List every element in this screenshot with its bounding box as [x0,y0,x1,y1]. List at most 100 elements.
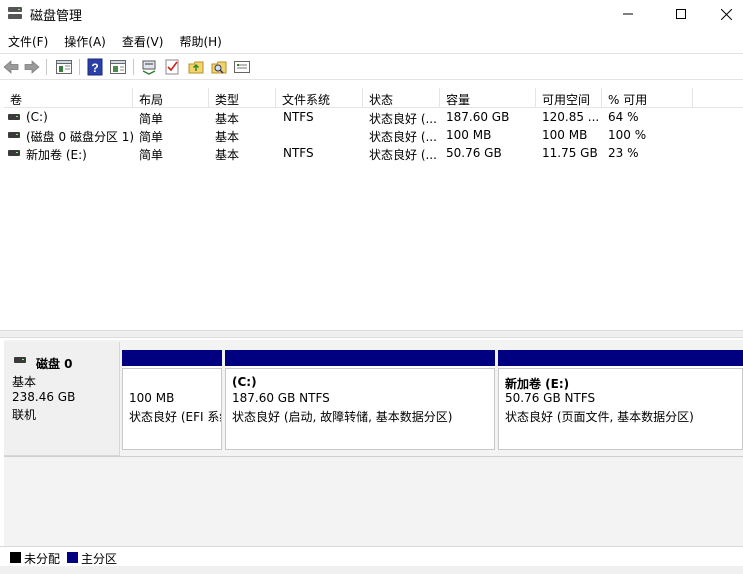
column-header-layout[interactable]: 布局 [133,88,209,108]
check-icon[interactable] [163,58,181,76]
title-bar: 磁盘管理 [0,0,743,28]
toolbar-separator [79,59,80,75]
column-header-status[interactable]: 状态 [363,88,440,108]
cell-volume: (C:) [26,110,48,124]
folder-up-icon[interactable] [187,58,205,76]
maximize-icon [676,9,686,19]
cell-filesystem [283,126,363,144]
menu-action[interactable]: 操作(A) [56,30,114,52]
partition-size: 187.60 GB NTFS [232,391,330,405]
cell-type: 基本 [215,112,240,126]
table-row[interactable]: (C:) 简单 基本 NTFS 状态良好 (... 187.60 GB 120.… [4,108,743,126]
cell-status: 状态良好 (... [369,148,437,162]
menu-help[interactable]: 帮助(H) [171,30,229,52]
cell-percent-free: 64 % [608,110,639,124]
partition-status: 状态良好 (页面文件, 基本数据分区) [505,410,694,424]
partition-body: (C:) 187.60 GB NTFS 状态良好 (启动, 故障转储, 基本数据… [225,368,495,450]
partition-size: 100 MB [129,391,175,405]
column-header-filesystem[interactable]: 文件系统 [276,88,363,108]
partition-status: 状态良好 (EFI 系统分区) [129,410,221,424]
partition-bar [498,350,743,366]
cell-free-space: 11.75 GB [542,146,598,160]
partition-size: 50.76 GB NTFS [505,391,596,405]
cell-capacity: 187.60 GB [446,110,510,124]
cell-layout: 简单 [139,112,164,126]
column-header-free-space[interactable]: 可用空间 [536,88,602,108]
cell-capacity: 100 MB [446,128,492,142]
toolbar: ? [0,53,743,80]
partition-e[interactable]: 新加卷 (E:) 50.76 GB NTFS 状态良好 (页面文件, 基本数据分… [498,350,743,450]
column-header-type[interactable]: 类型 [209,88,276,108]
disk-map-pane: 磁盘 0 基本 238.46 GB 联机 100 MB 状态良好 (EFI 系统… [4,340,743,546]
status-bar [0,566,743,574]
legend-swatch-unallocated [10,552,21,563]
window-title: 磁盘管理 [30,9,83,24]
forward-arrow-icon[interactable] [23,58,41,76]
partition-c[interactable]: (C:) 187.60 GB NTFS 状态良好 (启动, 故障转储, 基本数据… [225,350,495,450]
cell-status: 状态良好 (... [369,112,437,126]
partition-body: 新加卷 (E:) 50.76 GB NTFS 状态良好 (页面文件, 基本数据分… [498,368,743,450]
svg-text:?: ? [91,61,98,75]
console-tree-icon[interactable] [55,58,73,76]
back-arrow-icon[interactable] [2,58,20,76]
options-icon[interactable] [233,58,251,76]
column-header-volume[interactable]: 卷 [4,88,133,108]
cell-filesystem: NTFS [283,146,314,160]
cell-volume: (磁盘 0 磁盘分区 1) [26,130,133,144]
legend-label-unallocated: 未分配 [24,552,61,566]
cell-status: 状态良好 (... [369,130,437,144]
partition-title: (C:) [232,375,257,389]
menu-bar: 文件(F) 操作(A) 查看(V) 帮助(H) [0,30,743,52]
menu-view[interactable]: 查看(V) [114,30,172,52]
search-icon[interactable] [210,58,228,76]
cell-volume: 新加卷 (E:) [26,148,87,162]
disk-0-label[interactable]: 磁盘 0 基本 238.46 GB 联机 [4,342,120,456]
toolbar-separator [46,59,47,75]
pane-splitter[interactable] [0,330,743,338]
table-row[interactable]: (磁盘 0 磁盘分区 1) 简单 基本 状态良好 (... 100 MB 100… [4,126,743,144]
partition-bar [122,350,222,366]
legend-label-primary: 主分区 [81,552,118,566]
partition-bar [225,350,495,366]
drive-icon [8,150,20,156]
cell-layout: 简单 [139,148,164,162]
cell-percent-free: 100 % [608,128,647,142]
partition-body: 100 MB 状态良好 (EFI 系统分区) [122,368,222,450]
disk-icon [14,357,26,363]
minimize-button[interactable] [605,0,651,28]
disk-name: 磁盘 0 [36,357,73,371]
column-header-percent-free[interactable]: % 可用 [602,88,693,108]
properties-icon[interactable] [109,58,127,76]
disk-row-divider [4,456,743,457]
cell-free-space: 120.85 ... [542,110,600,124]
maximize-button[interactable] [658,0,704,28]
cell-layout: 简单 [139,130,164,144]
volume-list-header: 卷 布局 类型 文件系统 状态 容量 可用空间 % 可用 [4,88,743,108]
help-icon[interactable]: ? [86,58,104,76]
drive-icon [8,132,20,138]
disk-type: 基本 [12,375,37,389]
cell-filesystem: NTFS [283,110,314,124]
partition-status: 状态良好 (启动, 故障转储, 基本数据分区) [232,410,453,424]
disk-size: 238.46 GB [12,390,76,404]
cell-type: 基本 [215,148,240,162]
connect-icon[interactable] [140,58,158,76]
table-row[interactable]: 新加卷 (E:) 简单 基本 NTFS 状态良好 (... 50.76 GB 1… [4,144,743,162]
column-header-capacity[interactable]: 容量 [440,88,536,108]
partition-title: 新加卷 (E:) [505,377,570,391]
legend-swatch-primary [67,552,78,563]
toolbar-separator [133,59,134,75]
close-icon [720,8,732,20]
drive-icon [8,114,20,120]
cell-type: 基本 [215,130,240,144]
close-button[interactable] [703,0,743,28]
minimize-icon [623,13,633,15]
cell-capacity: 50.76 GB [446,146,502,160]
disk-management-app-icon [8,7,22,19]
partition-efi[interactable]: 100 MB 状态良好 (EFI 系统分区) [122,350,222,450]
menu-file[interactable]: 文件(F) [0,30,56,52]
cell-percent-free: 23 % [608,146,639,160]
disk-management-window: 磁盘管理 文件(F) 操作(A) 查看(V) 帮助(H) ? 卷 布局 类型 文… [0,0,743,574]
volume-list: 卷 布局 类型 文件系统 状态 容量 可用空间 % 可用 (C:) 简单 基本 … [4,88,743,330]
cell-free-space: 100 MB [542,128,588,142]
